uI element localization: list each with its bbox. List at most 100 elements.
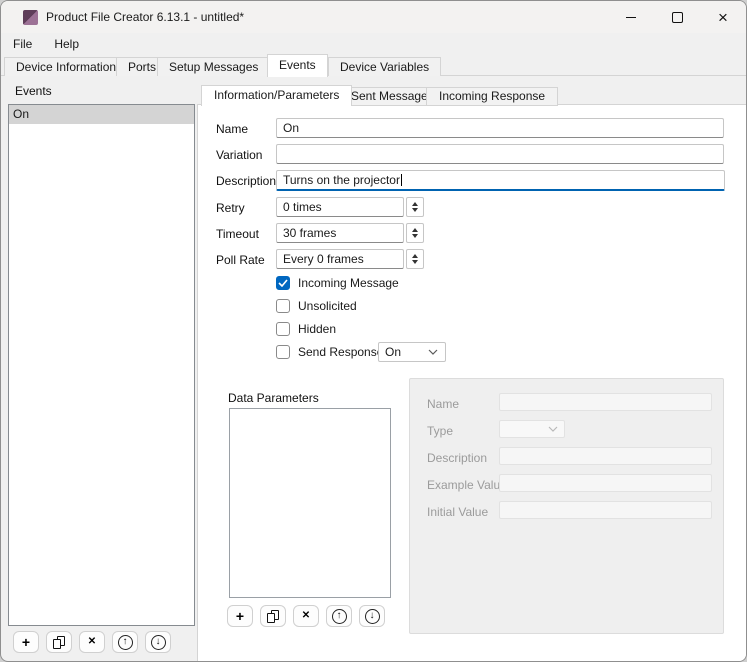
spin-down-icon [412,234,418,238]
add-event-button[interactable]: + [13,631,39,653]
param-example-value-label: Example Value [427,478,507,492]
param-type-select [499,420,565,438]
spin-up-icon [412,254,418,258]
chevron-down-icon [548,426,558,432]
app-logo-icon [23,10,38,25]
move-parameter-up-button[interactable]: ↑ [326,605,352,627]
param-type-label: Type [427,424,453,438]
unsolicited-row: Unsolicited [276,299,357,313]
retry-value: 0 times [283,200,322,214]
plus-icon: + [22,635,30,649]
events-panel-label: Events [15,84,52,98]
data-parameters-toolbar: + ✕ ↑ ↓ [227,605,385,627]
name-label: Name [216,122,248,136]
tab-device-variables[interactable]: Device Variables [328,57,441,76]
delete-parameter-button[interactable]: ✕ [293,605,319,627]
arrow-down-circle-icon: ↓ [365,609,380,624]
param-name-input [499,393,712,411]
param-initial-value-input [499,501,712,519]
move-event-up-button[interactable]: ↑ [112,631,138,653]
minimize-icon [626,17,636,18]
retry-spinner[interactable] [406,197,424,217]
description-label: Description [216,174,276,188]
subtab-incoming-response[interactable]: Incoming Response [426,87,558,106]
menu-help[interactable]: Help [52,35,81,53]
move-parameter-down-button[interactable]: ↓ [359,605,385,627]
menu-file[interactable]: File [11,35,34,53]
unsolicited-checkbox[interactable] [276,299,290,313]
spin-down-icon [412,208,418,212]
data-parameters-list[interactable] [229,408,391,598]
hidden-label: Hidden [298,322,336,336]
param-description-label: Description [427,451,487,465]
unsolicited-label: Unsolicited [298,299,357,313]
close-button[interactable]: × [700,1,746,33]
spin-down-icon [412,260,418,264]
poll-rate-label: Poll Rate [216,253,265,267]
description-input[interactable]: Turns on the projector [276,170,725,191]
spin-up-icon [412,202,418,206]
tab-setup-messages[interactable]: Setup Messages [157,57,270,76]
retry-label: Retry [216,201,245,215]
events-list[interactable]: On [8,104,195,626]
parameter-detail-panel: Name Type Description Example Value Init… [409,378,724,634]
param-example-value-input [499,474,712,492]
delete-icon: ✕ [88,637,96,647]
title-bar[interactable]: Product File Creator 6.13.1 - untitled* … [1,1,746,33]
send-response-select[interactable]: On [378,342,446,362]
maximize-button[interactable] [654,1,700,33]
timeout-spinner[interactable] [406,223,424,243]
send-response-label: Send Response [298,345,383,359]
menu-bar: File Help [1,33,747,54]
close-icon: × [718,9,728,26]
name-value: On [283,121,299,135]
description-value: Turns on the projector [283,173,400,187]
timeout-label: Timeout [216,227,259,241]
send-response-checkbox[interactable] [276,345,290,359]
maximize-icon [672,12,683,23]
variation-input[interactable] [276,144,724,164]
delete-icon: ✕ [302,611,310,621]
spin-up-icon [412,228,418,232]
poll-rate-input[interactable]: Every 0 frames [276,249,404,269]
tab-device-information[interactable]: Device Information [4,57,128,76]
name-input[interactable]: On [276,118,724,138]
delete-event-button[interactable]: ✕ [79,631,105,653]
copy-icon [53,636,65,649]
main-tab-bar: Device Information Ports Setup Messages … [1,54,746,76]
timeout-input[interactable]: 30 frames [276,223,404,243]
duplicate-event-button[interactable] [46,631,72,653]
window-controls: × [608,1,746,33]
arrow-down-circle-icon: ↓ [151,635,166,650]
retry-input[interactable]: 0 times [276,197,404,217]
variation-label: Variation [216,148,262,162]
param-name-label: Name [427,397,459,411]
minimize-button[interactable] [608,1,654,33]
param-initial-value-label: Initial Value [427,505,488,519]
poll-rate-spinner[interactable] [406,249,424,269]
check-icon [278,279,288,287]
window-title: Product File Creator 6.13.1 - untitled* [46,10,244,24]
move-event-down-button[interactable]: ↓ [145,631,171,653]
copy-icon [267,610,279,623]
incoming-message-label: Incoming Message [298,276,399,290]
add-parameter-button[interactable]: + [227,605,253,627]
timeout-value: 30 frames [283,226,336,240]
hidden-checkbox[interactable] [276,322,290,336]
hidden-row: Hidden [276,322,336,336]
incoming-message-checkbox[interactable] [276,276,290,290]
arrow-up-circle-icon: ↑ [332,609,347,624]
list-item[interactable]: On [9,105,194,124]
arrow-up-circle-icon: ↑ [118,635,133,650]
subtab-information-parameters[interactable]: Information/Parameters [201,85,352,106]
send-response-selected-value: On [385,345,401,359]
app-window: Product File Creator 6.13.1 - untitled* … [0,0,747,662]
data-parameters-label: Data Parameters [228,391,319,405]
tab-events[interactable]: Events [267,54,328,77]
events-toolbar: + ✕ ↑ ↓ [13,631,171,653]
chevron-down-icon [428,349,438,355]
poll-rate-value: Every 0 frames [283,252,364,266]
duplicate-parameter-button[interactable] [260,605,286,627]
plus-icon: + [236,609,244,623]
param-description-input [499,447,712,465]
